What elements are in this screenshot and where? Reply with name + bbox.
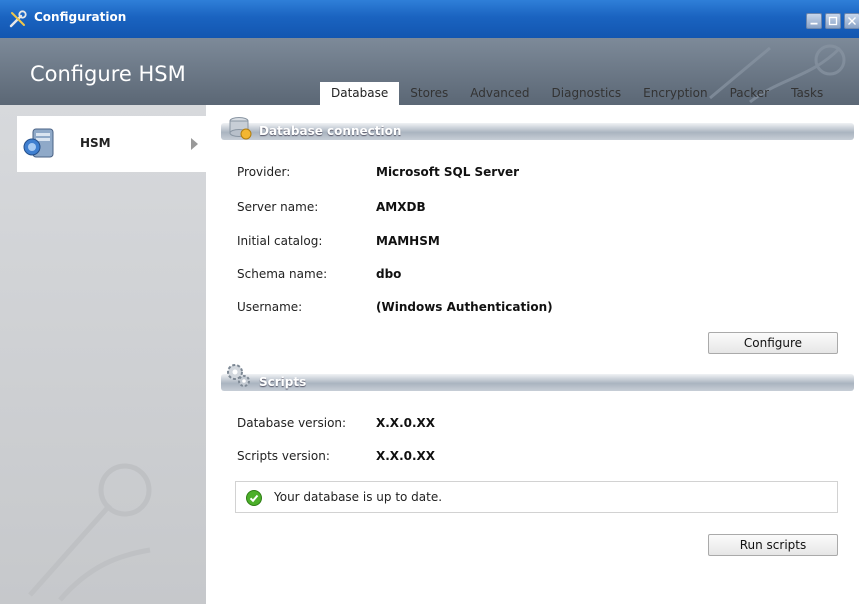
schema-name-label: Schema name: (237, 267, 328, 281)
tab-tasks[interactable]: Tasks (780, 82, 834, 105)
tab-database[interactable]: Database (320, 82, 400, 105)
tab-stores[interactable]: Stores (399, 82, 459, 105)
database-key-icon (229, 117, 252, 140)
tab-advanced[interactable]: Advanced (459, 82, 540, 105)
initial-catalog-label: Initial catalog: (237, 234, 323, 248)
gears-icon (227, 364, 250, 387)
tab-diagnostics[interactable]: Diagnostics (541, 82, 633, 105)
section-header-scripts: Scripts (221, 374, 854, 391)
tab-encryption[interactable]: Encryption (632, 82, 718, 105)
checkmark-icon (246, 490, 262, 506)
sidebar (0, 105, 206, 604)
close-icon (848, 17, 856, 25)
title-bar: Configuration (0, 0, 859, 38)
window-title: Configuration (34, 10, 127, 24)
scripts-version-label: Scripts version: (237, 449, 330, 463)
provider-value: Microsoft SQL Server (376, 165, 520, 179)
section-title: Scripts (259, 375, 307, 389)
tab-packer[interactable]: Packer (719, 82, 781, 105)
sidebar-item-label: HSM (80, 136, 111, 150)
database-icon (23, 128, 54, 158)
section-header-database-connection: Database connection (221, 123, 854, 140)
username-value: (Windows Authentication) (376, 300, 553, 314)
status-message: Your database is up to date. (274, 490, 443, 504)
wrench-watermark-icon (28, 463, 152, 602)
maximize-button[interactable] (825, 13, 841, 29)
sidebar-item-hsm[interactable]: HSM (17, 116, 206, 172)
section-title: Database connection (259, 124, 402, 138)
provider-label: Provider: (237, 165, 291, 179)
minimize-button[interactable] (806, 13, 822, 29)
tab-strip: Database Stores Advanced Diagnostics Enc… (320, 82, 834, 105)
status-panel: Your database is up to date. (235, 481, 838, 513)
scripts-version-value: X.X.0.XX (376, 449, 436, 463)
run-scripts-button[interactable]: Run scripts (708, 534, 838, 556)
database-version-value: X.X.0.XX (376, 416, 436, 430)
tools-icon (9, 10, 27, 28)
close-button[interactable] (844, 13, 859, 29)
username-label: Username: (237, 300, 303, 314)
configure-button[interactable]: Configure (708, 332, 838, 354)
page-title: Configure HSM (30, 62, 186, 86)
minimize-icon (810, 22, 818, 25)
database-version-label: Database version: (237, 416, 347, 430)
main-panel (206, 105, 859, 604)
maximize-icon (828, 16, 838, 26)
server-name-value: AMXDB (376, 200, 426, 214)
initial-catalog-value: MAMHSM (376, 234, 440, 248)
chevron-right-icon (191, 138, 198, 150)
server-name-label: Server name: (237, 200, 319, 214)
schema-name-value: dbo (376, 267, 402, 281)
